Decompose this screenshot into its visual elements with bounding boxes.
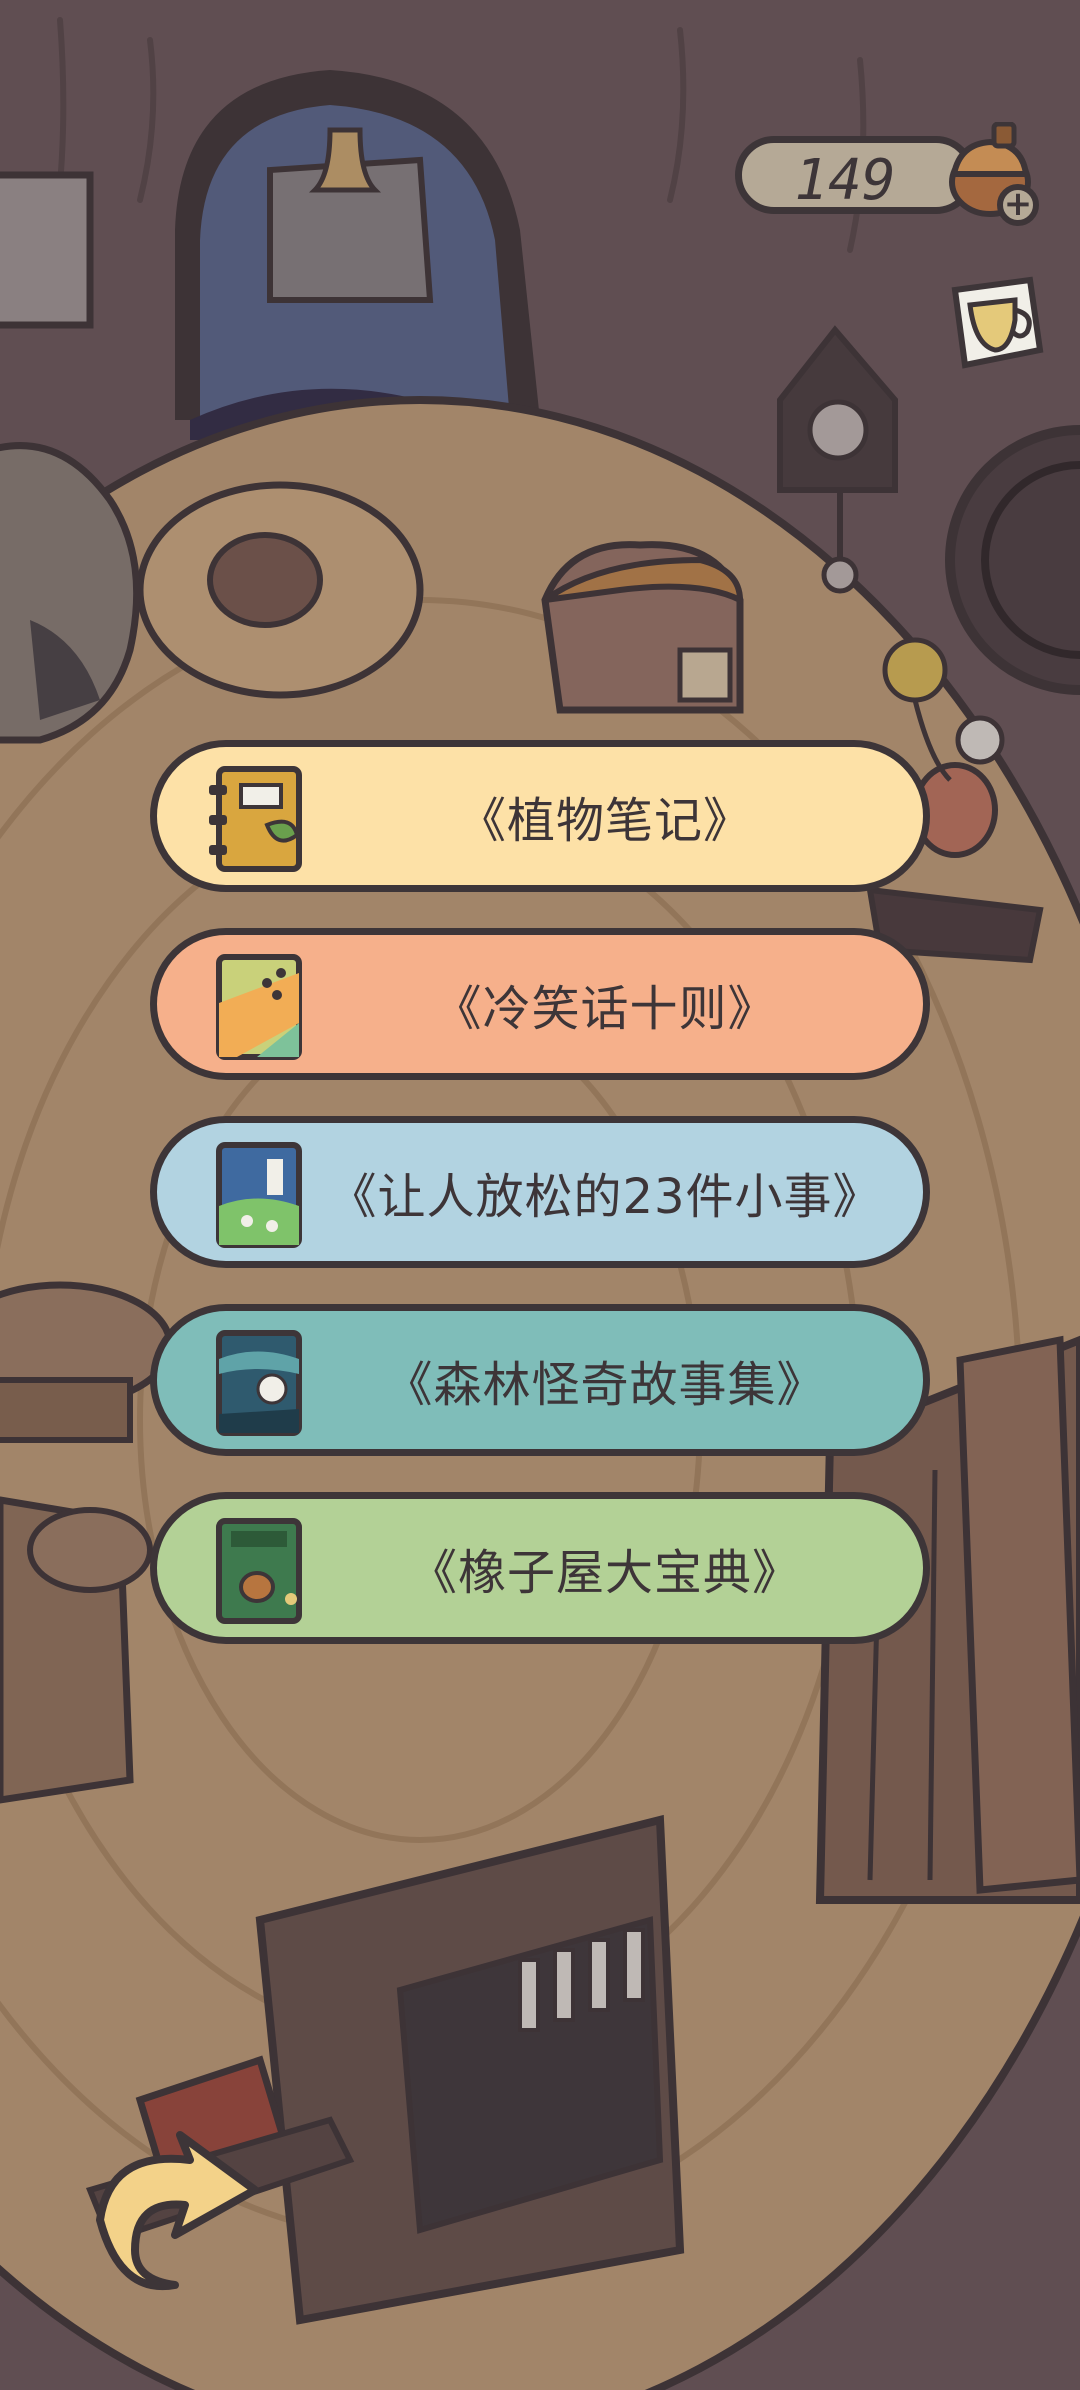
book-title: 《森林怪奇故事集》 [384,1357,826,1413]
back-arrow-icon[interactable] [80,2130,260,2300]
book-title: 《冷笑话十则》 [433,981,777,1037]
book-title: 《让人放松的23件小事》 [328,1169,882,1225]
forest-story-book-icon [216,1330,302,1436]
coffee-cup-icon[interactable] [935,270,1055,380]
book-title: 《植物笔记》 [457,793,752,849]
acorn-house-book-icon [216,1518,302,1624]
book-option-forest-stories[interactable]: 《森林怪奇故事集》 [150,1304,930,1456]
joke-book-icon [216,954,302,1060]
plant-notebook-icon [209,766,302,872]
book-option-plant-notes[interactable]: 《植物笔记》 [150,740,930,892]
plus-icon[interactable]: + [997,184,1039,226]
relax-book-icon [216,1142,302,1248]
book-option-jokes[interactable]: 《冷笑话十则》 [150,928,930,1080]
book-option-acorn-house-guide[interactable]: 《橡子屋大宝典》 [150,1492,930,1644]
book-title: 《橡子屋大宝典》 [408,1545,801,1601]
acorn-counter[interactable]: 149 + [735,122,1039,226]
book-option-relax[interactable]: 《让人放松的23件小事》 [150,1116,930,1268]
acorn-count: 149 [794,148,896,213]
